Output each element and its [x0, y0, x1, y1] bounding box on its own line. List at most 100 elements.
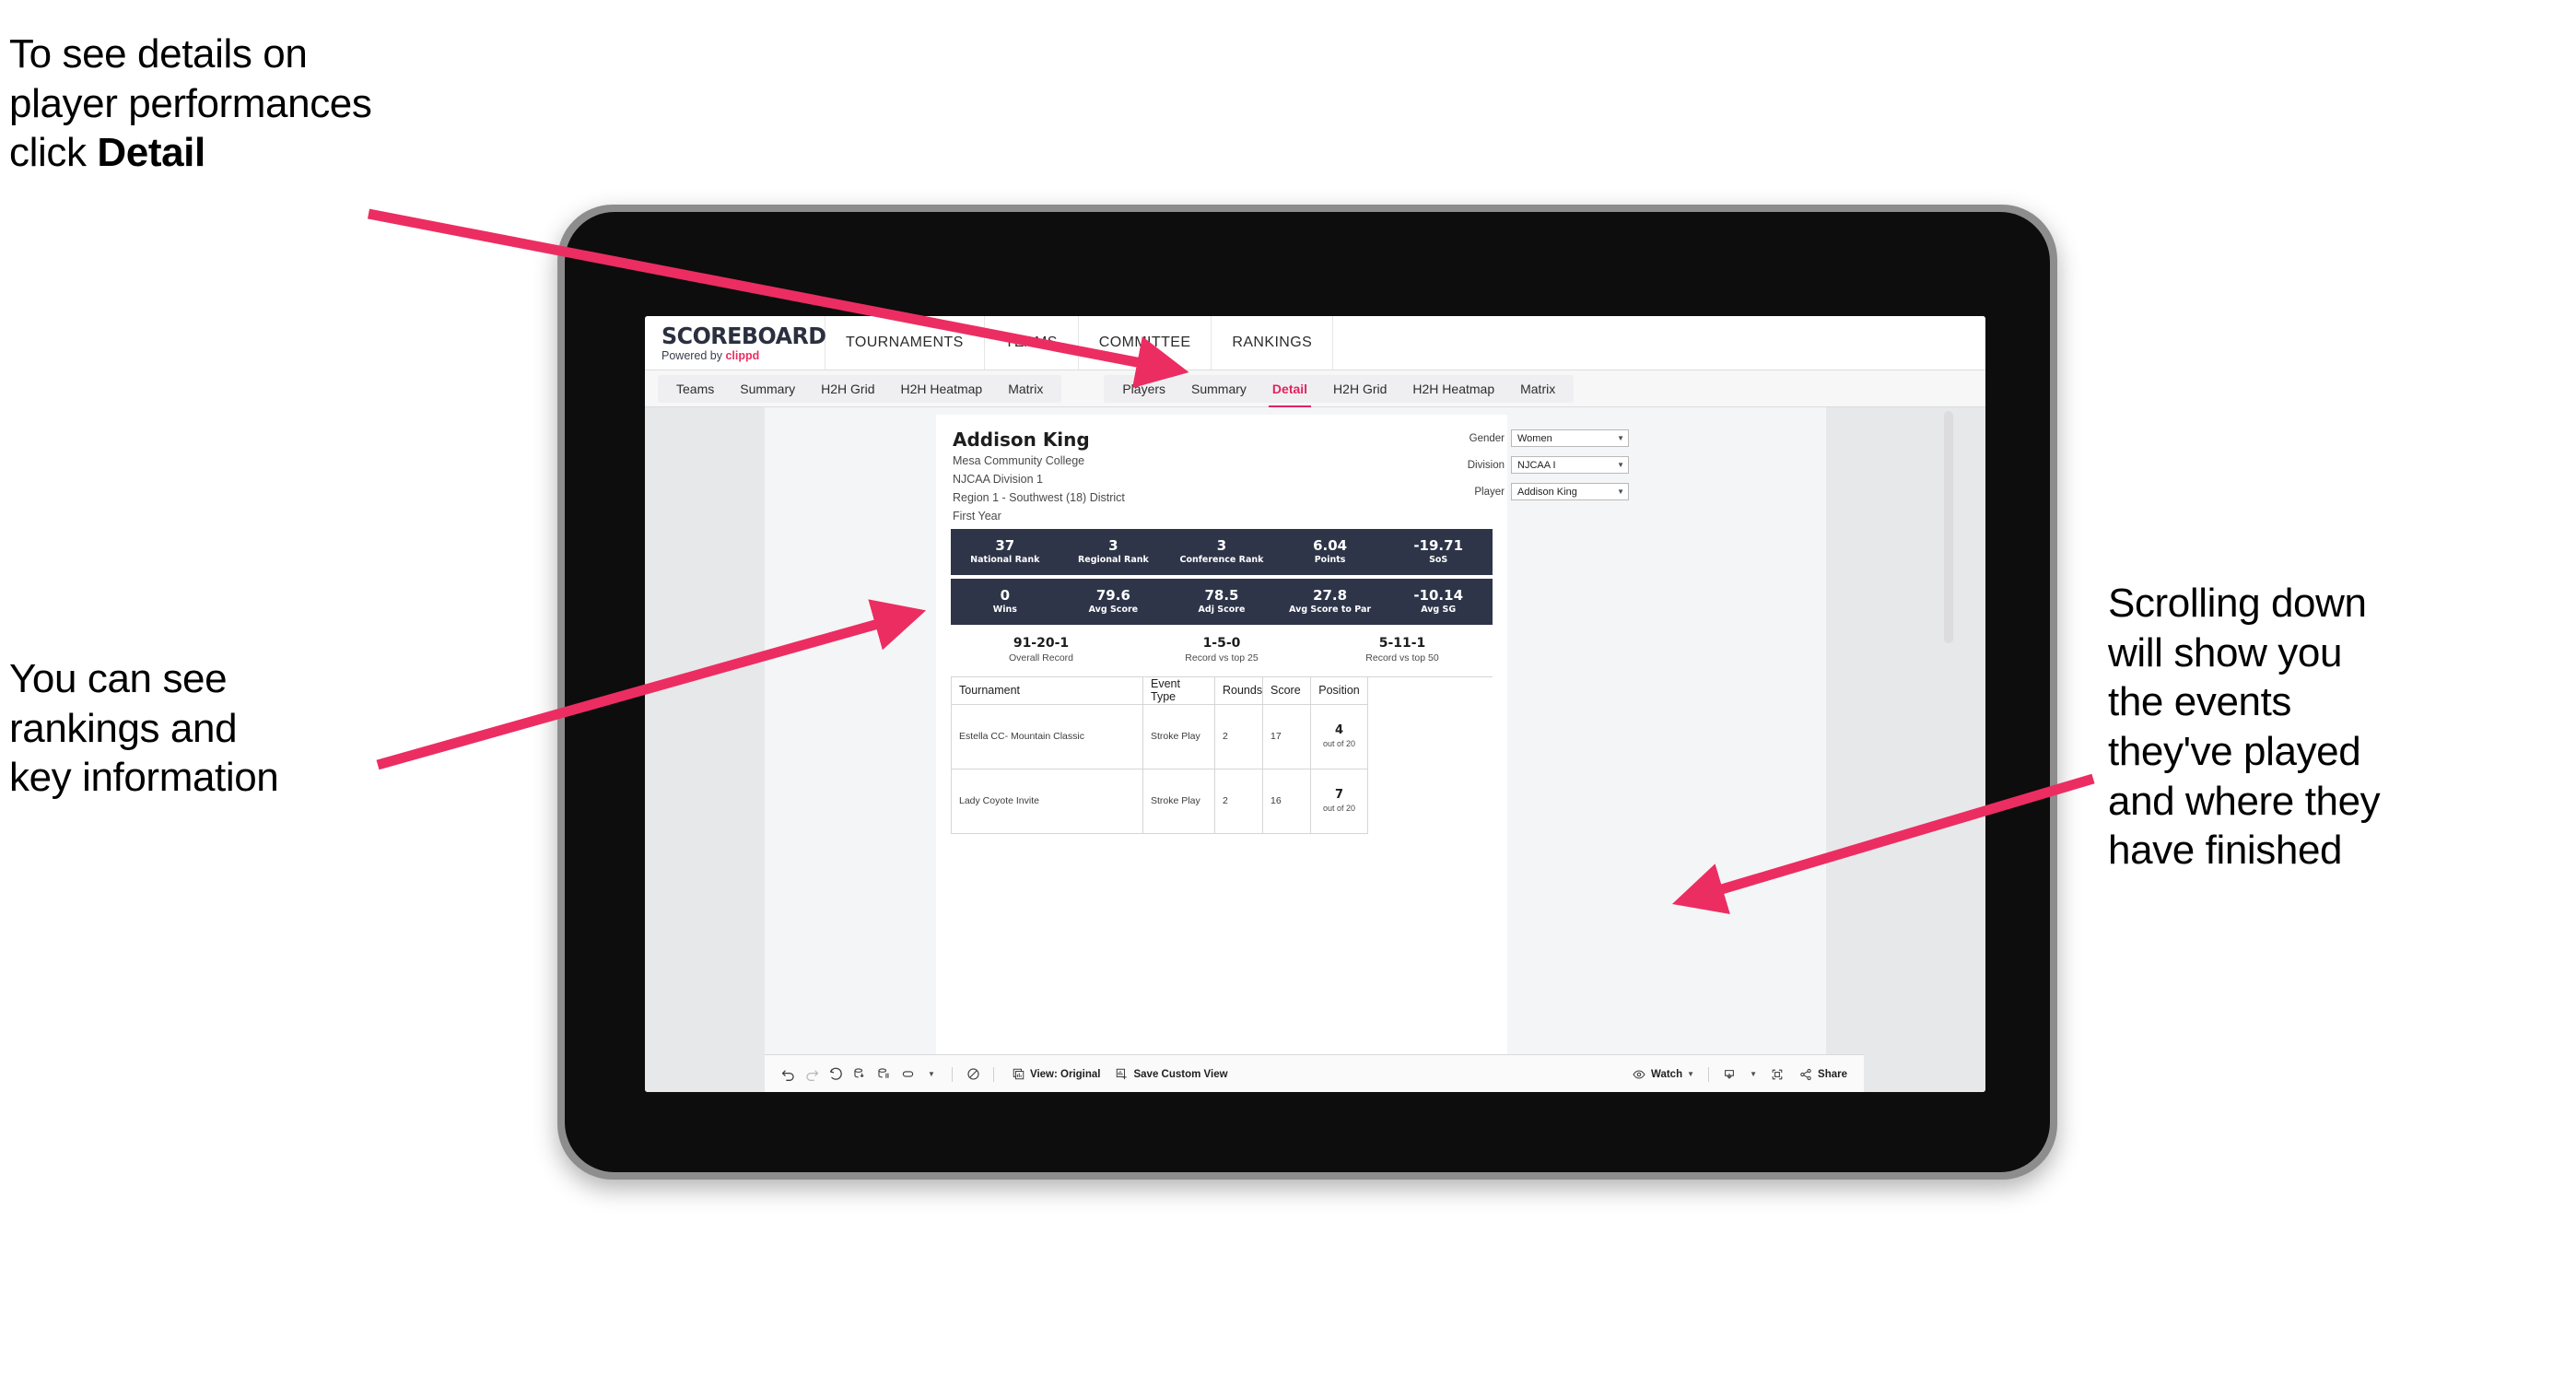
stat-band-scoring: 0 Wins 79.6 Avg Score 78.5 Adj Score 27.… — [951, 578, 1493, 625]
record-top25-value: 1-5-0 — [1202, 635, 1241, 651]
table-header-row: Tournament Event Type Rounds Score Posit… — [952, 676, 1493, 705]
stat-avg-score-to-par-value: 27.8 — [1313, 586, 1348, 604]
subnav-item-players-matrix[interactable]: Matrix — [1507, 375, 1568, 403]
cell-rounds: 2 — [1215, 769, 1263, 834]
filter-gender: Gender Women ▼ — [1445, 429, 1629, 447]
topnav-item-teams[interactable]: TEAMS — [985, 316, 1079, 370]
record-overall-label: Overall Record — [1008, 652, 1074, 664]
annotation-detail: To see details on player performances cl… — [9, 29, 599, 178]
share-button[interactable]: Share — [1793, 1063, 1853, 1086]
stat-avg-score: 79.6 Avg Score — [1060, 588, 1168, 616]
cell-tournament: Estella CC- Mountain Classic — [952, 704, 1143, 769]
brand-powered-prefix: Powered by — [662, 348, 726, 362]
view-original-button[interactable]: View: Original — [1006, 1063, 1106, 1086]
share-label: Share — [1818, 1068, 1847, 1080]
table-row[interactable]: Estella CC- Mountain Classic Stroke Play… — [952, 704, 1493, 769]
stat-avg-score-to-par: 27.8 Avg Score to Par — [1276, 588, 1385, 616]
column-header-event-type[interactable]: Event Type — [1143, 676, 1215, 705]
stat-avg-sg-label: Avg SG — [1421, 605, 1457, 616]
cell-score: 16 — [1263, 769, 1311, 834]
tablet-device: SCOREBOARD Powered by clippd TOURNAMENTS… — [557, 205, 2057, 1180]
cell-position-subtext: out of 20 — [1322, 738, 1356, 748]
column-header-rounds[interactable]: Rounds — [1215, 676, 1263, 705]
subnav-item-teams-summary[interactable]: Summary — [727, 375, 808, 403]
player-school: Mesa Community College — [953, 454, 1085, 467]
annotation-rankings: You can see rankings and key information — [9, 656, 279, 801]
stat-adj-score: 78.5 Adj Score — [1167, 588, 1276, 616]
record-overall-value: 91-20-1 — [1013, 635, 1070, 651]
chevron-down-icon: ▼ — [928, 1069, 935, 1078]
undo-icon[interactable] — [776, 1063, 800, 1086]
cell-position-subtext: out of 20 — [1322, 803, 1356, 813]
brand-title: SCOREBOARD — [662, 322, 826, 349]
column-header-score[interactable]: Score — [1263, 676, 1311, 705]
stat-national-rank-label: National Rank — [970, 555, 1040, 566]
download-dropdown-caret-icon[interactable]: ▼ — [1741, 1063, 1765, 1086]
pan-dropdown-caret-icon[interactable]: ▼ — [919, 1063, 943, 1086]
brand-subtitle: Powered by clippd — [662, 350, 825, 362]
column-header-position[interactable]: Position — [1311, 676, 1368, 705]
brand-clippd-name: clippd — [725, 348, 760, 362]
filter-player: Player Addison King ▼ — [1445, 483, 1629, 500]
save-custom-view-label: Save Custom View — [1133, 1068, 1228, 1080]
watch-label: Watch — [1651, 1068, 1683, 1080]
record-summary: 91-20-1 Overall Record 1-5-0 Record vs t… — [951, 636, 1493, 664]
table-row[interactable]: Lady Coyote Invite Stroke Play 2 16 7 ou… — [952, 769, 1493, 834]
pause-updates-icon[interactable] — [872, 1063, 896, 1086]
stat-points-value: 6.04 — [1313, 536, 1348, 554]
chevron-down-icon: ▼ — [1687, 1069, 1695, 1078]
stat-avg-sg: -10.14 Avg SG — [1384, 588, 1493, 616]
fullscreen-icon[interactable] — [1765, 1063, 1789, 1086]
stat-adj-score-label: Adj Score — [1198, 605, 1246, 616]
stat-sos-value: -19.71 — [1413, 536, 1463, 554]
subnav-item-players-detail[interactable]: Detail — [1259, 375, 1320, 408]
stat-regional-rank-value: 3 — [1108, 536, 1118, 554]
subnav-item-teams-matrix[interactable]: Matrix — [995, 375, 1056, 403]
column-header-tournament[interactable]: Tournament — [952, 676, 1143, 705]
filter-player-select[interactable]: Addison King ▼ — [1511, 483, 1629, 500]
stat-avg-sg-value: -10.14 — [1413, 586, 1463, 604]
cell-position: 4 out of 20 — [1311, 704, 1368, 769]
filter-division-select[interactable]: NJCAA I ▼ — [1511, 456, 1629, 474]
share-icon — [1800, 1068, 1811, 1080]
subnav-item-teams-h2h-heatmap[interactable]: H2H Heatmap — [888, 375, 996, 403]
filter-gender-value: Women — [1517, 432, 1552, 444]
subnav-item-players-summary[interactable]: Summary — [1178, 375, 1259, 403]
toolbar-divider — [952, 1066, 953, 1082]
cell-event-type: Stroke Play — [1143, 704, 1215, 769]
pan-mode-icon[interactable] — [896, 1063, 919, 1086]
brand-logo[interactable]: SCOREBOARD Powered by clippd — [645, 316, 826, 370]
cell-tournament: Lady Coyote Invite — [952, 769, 1143, 834]
filter-division-value: NJCAA I — [1517, 459, 1556, 471]
topnav-item-rankings[interactable]: RANKINGS — [1212, 316, 1334, 370]
topnav-item-tournaments[interactable]: TOURNAMENTS — [825, 316, 985, 370]
chevron-down-icon: ▼ — [1617, 487, 1624, 496]
tablet-bezel: SCOREBOARD Powered by clippd TOURNAMENTS… — [565, 212, 2050, 1172]
stat-avg-score-value: 79.6 — [1095, 586, 1130, 604]
cell-position: 7 out of 20 — [1311, 769, 1368, 834]
subnav-item-players-h2h-grid[interactable]: H2H Grid — [1320, 375, 1399, 403]
subnav-item-teams[interactable]: Teams — [663, 375, 727, 403]
subnav-item-players[interactable]: Players — [1109, 375, 1178, 403]
revert-icon[interactable] — [824, 1063, 848, 1086]
redo-icon[interactable] — [800, 1063, 824, 1086]
player-region: Region 1 - Southwest (18) District — [953, 491, 1125, 505]
toolbar-divider — [993, 1066, 994, 1082]
subnav-item-players-h2h-heatmap[interactable]: H2H Heatmap — [1399, 375, 1507, 403]
refresh-data-icon[interactable] — [848, 1063, 872, 1086]
save-view-icon — [1117, 1068, 1128, 1080]
highlight-icon[interactable] — [961, 1063, 985, 1086]
cell-score: 17 — [1263, 704, 1311, 769]
filter-gender-select[interactable]: Women ▼ — [1511, 429, 1629, 447]
topnav-item-committee[interactable]: COMMITTEE — [1079, 316, 1212, 370]
player-division: NJCAA Division 1 — [953, 473, 1043, 487]
subnav-item-teams-h2h-grid[interactable]: H2H Grid — [808, 375, 887, 403]
viz-sheet: Addison King Mesa Community College NJCA… — [765, 407, 1826, 1054]
player-header: Addison King Mesa Community College NJCA… — [936, 415, 1629, 529]
filter-player-label: Player — [1474, 486, 1505, 498]
stat-sos: -19.71 SoS — [1384, 538, 1493, 566]
viz-scrollbar-thumb[interactable] — [1944, 411, 1953, 643]
watch-button[interactable]: Watch ▼ — [1626, 1063, 1700, 1086]
save-custom-view-button[interactable]: Save Custom View — [1109, 1063, 1233, 1086]
download-icon[interactable] — [1717, 1063, 1741, 1086]
